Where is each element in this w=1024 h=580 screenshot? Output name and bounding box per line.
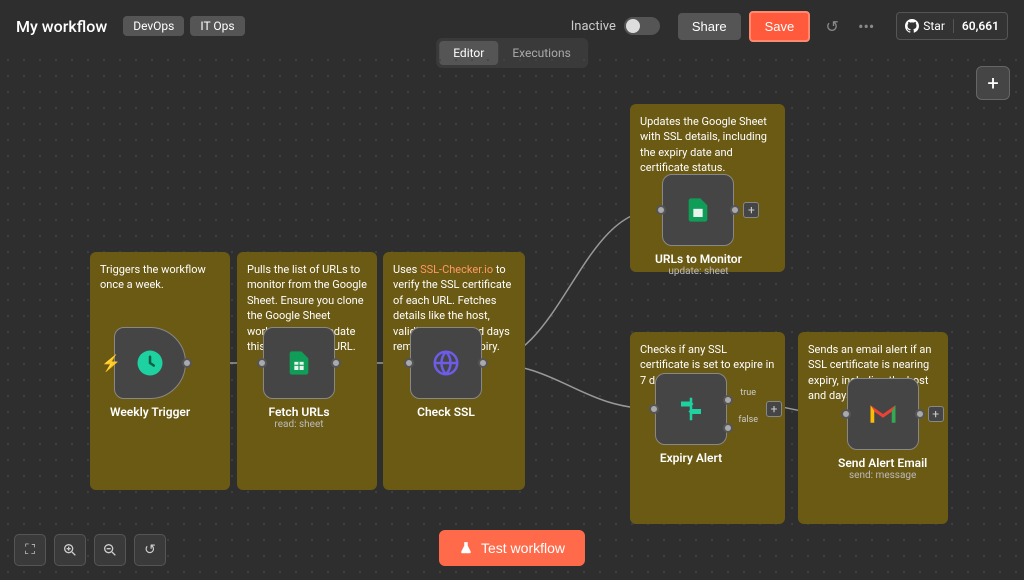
more-icon[interactable]: ••• — [852, 12, 880, 40]
zoom-out-icon — [102, 542, 118, 558]
ssl-link[interactable]: SSL-Checker.io — [420, 263, 493, 276]
node-urls-monitor[interactable]: + URLs to Monitor update: sheet — [655, 174, 742, 277]
tag-itops[interactable]: IT Ops — [190, 16, 244, 36]
reset-button[interactable]: ↺ — [134, 534, 166, 566]
sheets-icon — [285, 349, 313, 377]
save-button[interactable]: Save — [749, 11, 811, 42]
node-weekly-trigger[interactable]: ⚡ Weekly Trigger — [110, 327, 190, 419]
node-check-ssl[interactable]: Check SSL — [410, 327, 482, 419]
node-expiry-alert[interactable]: true false + Expiry Alert — [655, 373, 727, 465]
clock-icon — [135, 348, 165, 378]
sheets-icon — [684, 196, 712, 224]
canvas[interactable]: Triggers the workflow once a week. Pulls… — [0, 52, 1024, 580]
add-port-icon[interactable]: + — [928, 406, 944, 422]
zoom-out-button[interactable] — [94, 534, 126, 566]
share-button[interactable]: Share — [678, 13, 741, 40]
tag-devops[interactable]: DevOps — [123, 16, 184, 36]
active-toggle[interactable] — [624, 17, 660, 35]
node-fetch-urls[interactable]: Fetch URLs read: sheet — [263, 327, 335, 430]
fit-view-button[interactable]: ⛶ — [14, 534, 46, 566]
canvas-controls: ⛶ ↺ — [14, 534, 166, 566]
zoom-in-button[interactable] — [54, 534, 86, 566]
test-workflow-button[interactable]: Test workflow — [439, 530, 585, 566]
add-node-button[interactable]: + — [976, 66, 1010, 100]
node-send-email[interactable]: + Send Alert Email send: message — [838, 378, 927, 481]
zoom-in-icon — [62, 542, 78, 558]
github-star[interactable]: Star 60,661 — [896, 12, 1008, 40]
star-count: 60,661 — [953, 19, 1007, 33]
github-icon — [905, 19, 919, 33]
add-port-icon[interactable]: + — [766, 401, 782, 417]
inactive-label: Inactive — [571, 19, 616, 34]
workflow-title[interactable]: My workflow — [16, 17, 107, 36]
history-icon[interactable]: ↺ — [818, 12, 846, 40]
add-port-icon[interactable]: + — [743, 202, 759, 218]
gmail-icon — [868, 402, 898, 426]
bolt-icon: ⚡ — [101, 354, 121, 373]
globe-icon — [431, 348, 461, 378]
signpost-icon — [676, 394, 706, 424]
flask-icon — [459, 541, 473, 555]
